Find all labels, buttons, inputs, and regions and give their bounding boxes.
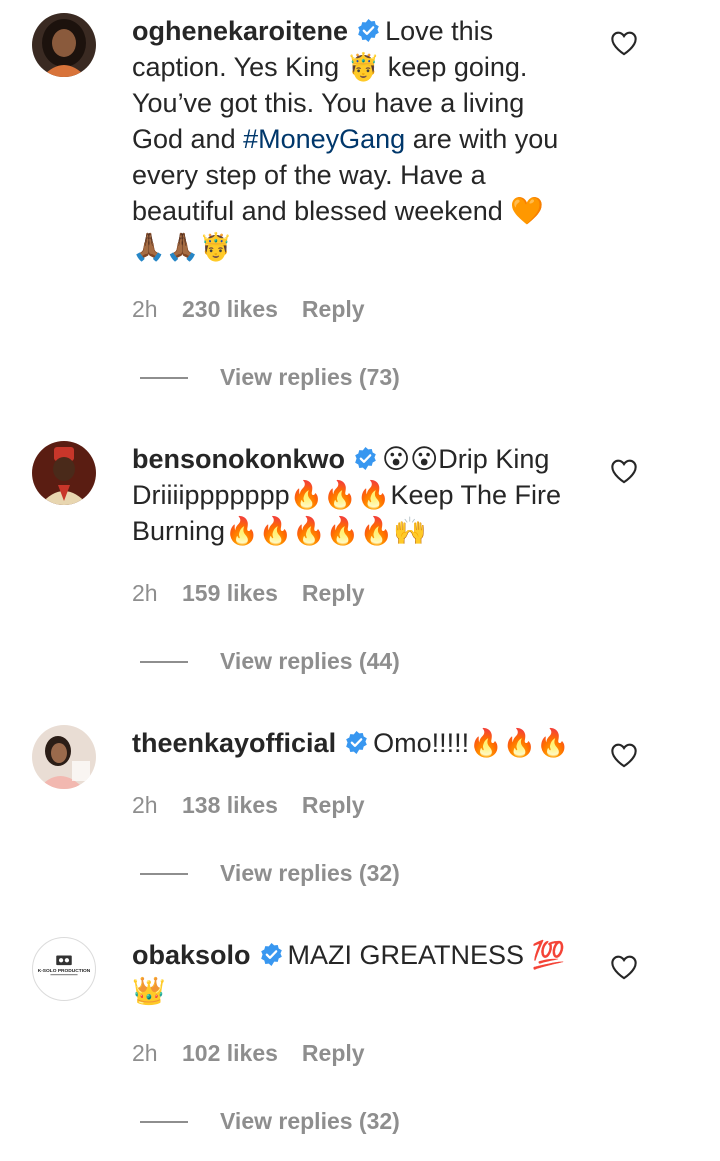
divider: [140, 872, 188, 875]
comment-body: Omo!!!!!🔥🔥🔥: [373, 728, 570, 758]
divider: [140, 660, 188, 663]
view-replies-button[interactable]: View replies (73): [140, 364, 400, 391]
divider: [140, 1120, 188, 1123]
heart-outline-icon[interactable]: [610, 458, 638, 484]
timestamp: 2h: [132, 792, 158, 818]
comment-meta: 2h 159 likes Reply: [132, 580, 365, 607]
reply-button[interactable]: Reply: [302, 792, 365, 819]
reply-button[interactable]: Reply: [302, 580, 365, 607]
comment-meta: 2h 138 likes Reply: [132, 792, 365, 819]
comment-meta: 2h 102 likes Reply: [132, 1040, 365, 1067]
avatar[interactable]: [32, 725, 96, 789]
view-replies-label: View replies (44): [220, 648, 400, 674]
verified-badge-icon: [346, 731, 367, 754]
divider: [140, 376, 188, 379]
svg-text:K-SOLO PRODUCTION: K-SOLO PRODUCTION: [38, 968, 91, 974]
view-replies-button[interactable]: View replies (32): [140, 1108, 400, 1135]
view-replies-label: View replies (32): [220, 1108, 400, 1134]
likes-count[interactable]: 138 likes: [182, 792, 278, 819]
heart-outline-icon[interactable]: [610, 30, 638, 56]
reply-button[interactable]: Reply: [302, 296, 365, 323]
comment-text: obaksolo MAZI GREATNESS 💯 👑: [132, 937, 582, 1009]
likes-count[interactable]: 102 likes: [182, 1040, 278, 1067]
comment-text: bensonokonkwo 😮😮Drip King Driiiippppppp🔥🔥…: [132, 441, 582, 549]
timestamp: 2h: [132, 296, 158, 322]
timestamp: 2h: [132, 1040, 158, 1066]
avatar[interactable]: K-SOLO PRODUCTION: [32, 937, 96, 1001]
view-replies-label: View replies (32): [220, 860, 400, 886]
likes-count[interactable]: 159 likes: [182, 580, 278, 607]
avatar[interactable]: [32, 13, 96, 77]
verified-badge-icon: [358, 19, 379, 42]
username[interactable]: bensonokonkwo: [132, 444, 345, 474]
heart-outline-icon[interactable]: [610, 954, 638, 980]
username[interactable]: obaksolo: [132, 940, 251, 970]
view-replies-button[interactable]: View replies (44): [140, 648, 400, 675]
hashtag-link[interactable]: #MoneyGang: [243, 124, 405, 154]
avatar[interactable]: [32, 441, 96, 505]
likes-count[interactable]: 230 likes: [182, 296, 278, 323]
verified-badge-icon: [260, 943, 282, 966]
view-replies-label: View replies (73): [220, 364, 400, 390]
reply-button[interactable]: Reply: [302, 1040, 365, 1067]
view-replies-button[interactable]: View replies (32): [140, 860, 400, 887]
comment-meta: 2h 230 likes Reply: [132, 296, 365, 323]
comment-text: oghenekaroitene Love this caption. Yes Ki…: [132, 13, 582, 265]
username[interactable]: theenkayofficial: [132, 728, 336, 758]
k-solo-logo: K-SOLO PRODUCTION: [38, 955, 91, 976]
verified-badge-icon: [355, 447, 376, 470]
timestamp: 2h: [132, 580, 158, 606]
username[interactable]: oghenekaroitene: [132, 16, 348, 46]
heart-outline-icon[interactable]: [610, 742, 638, 768]
comment-text: theenkayofficial Omo!!!!!🔥🔥🔥: [132, 725, 582, 761]
